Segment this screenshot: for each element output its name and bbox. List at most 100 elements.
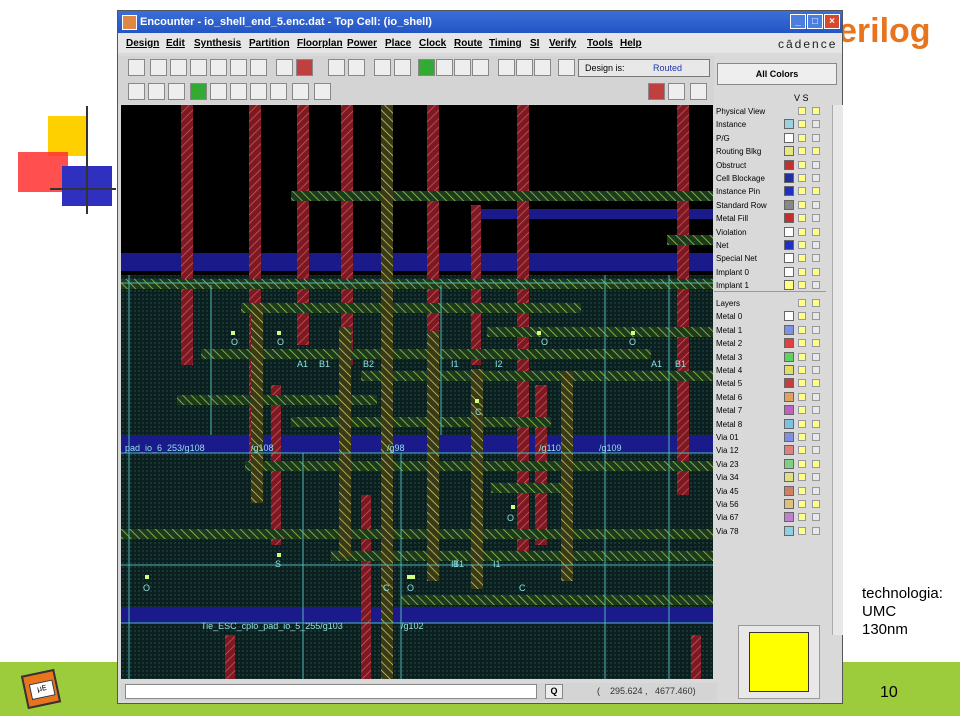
- selectable-checkbox[interactable]: [812, 254, 820, 263]
- redo-icon[interactable]: [394, 59, 411, 76]
- layer-row[interactable]: Metal 6: [714, 391, 830, 404]
- selectable-checkbox[interactable]: [812, 459, 820, 468]
- menu-floorplan[interactable]: Floorplan: [297, 38, 343, 49]
- visible-checkbox[interactable]: [798, 433, 806, 441]
- visible-checkbox[interactable]: [798, 446, 806, 455]
- selectable-checkbox[interactable]: [812, 200, 820, 209]
- visible-checkbox[interactable]: [798, 227, 806, 236]
- layer-row[interactable]: Obstruct: [714, 159, 830, 172]
- menu-design[interactable]: Design: [126, 38, 159, 49]
- warning-icon[interactable]: [436, 59, 453, 76]
- query-icon[interactable]: [230, 83, 247, 100]
- visible-checkbox[interactable]: [798, 459, 806, 468]
- module-icon[interactable]: [250, 83, 267, 100]
- maximize-button[interactable]: □: [807, 14, 823, 29]
- visible-checkbox[interactable]: [798, 299, 806, 307]
- visible-checkbox[interactable]: [798, 160, 806, 169]
- wire-edit-icon[interactable]: [168, 83, 185, 100]
- layer-color-swatch[interactable]: [784, 445, 794, 456]
- minimize-button[interactable]: _: [790, 14, 806, 29]
- visible-checkbox[interactable]: [798, 133, 806, 142]
- selectable-checkbox[interactable]: [812, 406, 820, 415]
- visible-checkbox[interactable]: [798, 120, 806, 129]
- pan-icon[interactable]: [148, 83, 165, 100]
- layer-color-swatch[interactable]: [784, 146, 794, 157]
- close-button[interactable]: ×: [824, 14, 840, 29]
- layer-color-swatch[interactable]: [784, 186, 794, 197]
- layer-row[interactable]: Via 78: [714, 525, 830, 538]
- layer-color-swatch[interactable]: [784, 159, 794, 170]
- layer-row[interactable]: Metal 3: [714, 351, 830, 364]
- zoom-fit-icon[interactable]: [210, 59, 227, 76]
- visible-checkbox[interactable]: [798, 526, 806, 535]
- layer-row[interactable]: Via 67: [714, 511, 830, 524]
- menu-power[interactable]: Power: [347, 38, 377, 49]
- visible-checkbox[interactable]: [798, 500, 806, 508]
- layer-row[interactable]: Metal 5: [714, 377, 830, 390]
- layer-color-swatch[interactable]: [784, 280, 794, 291]
- layer-color-swatch[interactable]: [784, 485, 794, 496]
- flightline-icon[interactable]: [276, 59, 293, 76]
- layer-row[interactable]: Metal 0: [714, 310, 830, 323]
- selectable-checkbox[interactable]: [812, 513, 820, 522]
- layer-row[interactable]: Via 56: [714, 498, 830, 511]
- visible-checkbox[interactable]: [798, 254, 806, 263]
- selectable-checkbox[interactable]: [812, 366, 820, 374]
- visible-checkbox[interactable]: [798, 392, 806, 401]
- visible-checkbox[interactable]: [798, 281, 806, 290]
- layer-color-swatch[interactable]: [784, 418, 794, 429]
- menu-clock[interactable]: Clock: [419, 38, 446, 49]
- layer-color-swatch[interactable]: [784, 405, 794, 416]
- layer-row[interactable]: Routing Blkg: [714, 145, 830, 158]
- zoom-out-icon[interactable]: [170, 59, 187, 76]
- layer-row[interactable]: Via 23: [714, 458, 830, 471]
- page-icon[interactable]: [472, 59, 489, 76]
- layer-row[interactable]: Instance Pin: [714, 185, 830, 198]
- visible-checkbox[interactable]: [798, 473, 806, 482]
- layer-color-swatch[interactable]: [784, 253, 794, 264]
- monitor-icon[interactable]: [534, 59, 551, 76]
- layer-color-swatch[interactable]: [784, 432, 794, 442]
- layer-row[interactable]: Via 34: [714, 471, 830, 484]
- info-icon[interactable]: [454, 59, 471, 76]
- layer-color-swatch[interactable]: [784, 338, 794, 349]
- ruler-icon[interactable]: [210, 83, 227, 100]
- menu-synthesis[interactable]: Synthesis: [194, 38, 241, 49]
- layout-canvas[interactable]: pad_io_6_253/g108 /g108 /g98 /g110 /g109…: [121, 105, 713, 679]
- selectable-checkbox[interactable]: [812, 500, 820, 508]
- layer-color-swatch[interactable]: [784, 311, 794, 322]
- selectable-checkbox[interactable]: [812, 312, 820, 321]
- layer-color-swatch[interactable]: [784, 240, 794, 250]
- visible-checkbox[interactable]: [798, 241, 806, 249]
- menu-timing[interactable]: Timing: [489, 38, 522, 49]
- menu-partition[interactable]: Partition: [249, 38, 290, 49]
- panel-scrollbar[interactable]: [832, 105, 843, 635]
- layer-row[interactable]: P/G: [714, 132, 830, 145]
- layer-color-swatch[interactable]: [784, 499, 794, 509]
- selectable-checkbox[interactable]: [812, 281, 820, 290]
- amoeba-view-icon[interactable]: [668, 83, 685, 100]
- selectable-checkbox[interactable]: [812, 392, 820, 401]
- layer-row[interactable]: Metal 2: [714, 337, 830, 350]
- visible-checkbox[interactable]: [798, 147, 806, 156]
- layer-row[interactable]: Cell Blockage: [714, 172, 830, 185]
- query-button[interactable]: Q: [545, 684, 563, 699]
- selectable-checkbox[interactable]: [812, 473, 820, 482]
- layer-color-swatch[interactable]: [784, 266, 794, 277]
- layer-row[interactable]: Via 45: [714, 485, 830, 498]
- layer-color-swatch[interactable]: [784, 324, 794, 335]
- layer-color-swatch[interactable]: [784, 226, 794, 237]
- undo-icon[interactable]: [374, 59, 391, 76]
- menu-si[interactable]: SI: [530, 38, 539, 49]
- select-icon[interactable]: [128, 83, 145, 100]
- selectable-checkbox[interactable]: [812, 352, 820, 361]
- all-colors-button[interactable]: All Colors: [717, 63, 837, 85]
- layer-row[interactable]: Metal 4: [714, 364, 830, 377]
- menu-place[interactable]: Place: [385, 38, 411, 49]
- selectable-checkbox[interactable]: [812, 339, 820, 348]
- visible-checkbox[interactable]: [798, 107, 806, 115]
- selectable-checkbox[interactable]: [812, 267, 820, 276]
- selectable-checkbox[interactable]: [812, 147, 820, 156]
- menu-verify[interactable]: Verify: [549, 38, 576, 49]
- layer-color-swatch[interactable]: [784, 525, 794, 536]
